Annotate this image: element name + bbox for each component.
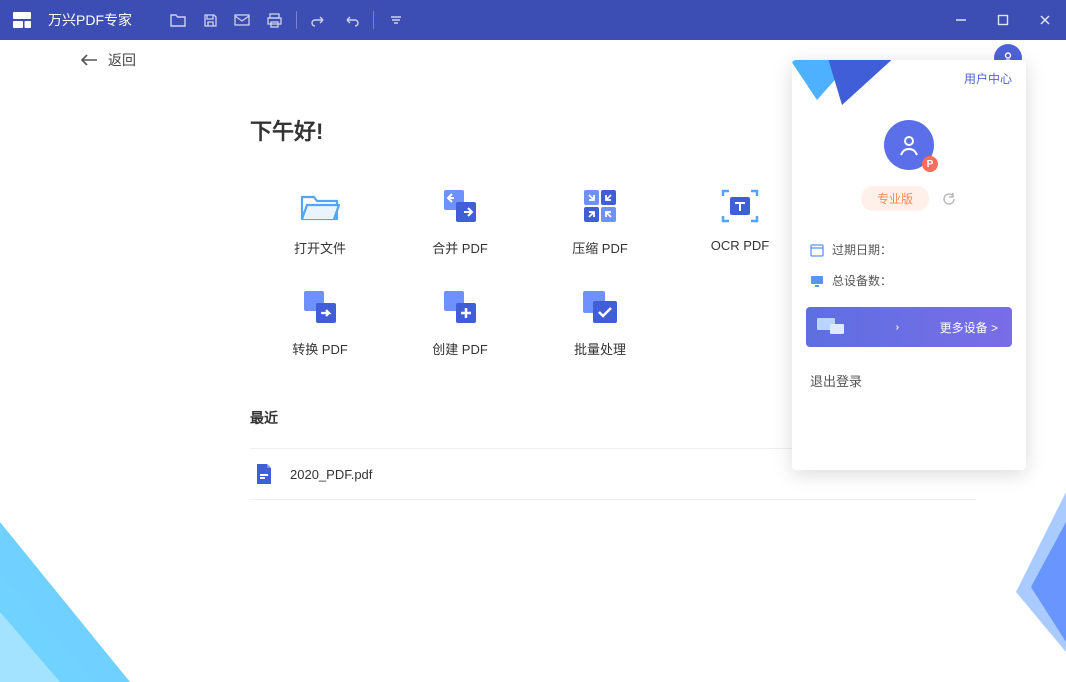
save-icon[interactable] bbox=[194, 0, 226, 40]
pdf-file-icon bbox=[254, 463, 276, 485]
action-label: 创建 PDF bbox=[432, 339, 488, 358]
app-logo-icon bbox=[8, 6, 36, 34]
more-devices-label: 更多设备 > bbox=[940, 319, 998, 336]
window-controls bbox=[940, 0, 1066, 40]
more-devices-button[interactable]: ››› 更多设备 > bbox=[806, 307, 1012, 347]
tier-row: 专业版 bbox=[806, 186, 1012, 211]
convert-icon bbox=[297, 287, 343, 327]
arrow-left-icon bbox=[80, 53, 98, 67]
action-open-file[interactable]: 打开文件 bbox=[250, 186, 390, 257]
redo-icon[interactable] bbox=[335, 0, 367, 40]
action-label: 批量处理 bbox=[574, 339, 626, 358]
maximize-button[interactable] bbox=[982, 0, 1024, 40]
monitor-icon bbox=[810, 274, 824, 288]
devices-label: 总设备数： bbox=[832, 272, 892, 289]
action-convert-pdf[interactable]: 转换 PDF bbox=[250, 287, 390, 358]
expire-label: 过期日期： bbox=[832, 241, 892, 258]
recent-filename: 2020_PDF.pdf bbox=[290, 467, 372, 482]
expire-row: 过期日期： bbox=[806, 241, 1012, 258]
corner-decoration-bl bbox=[0, 482, 180, 682]
compress-icon bbox=[577, 186, 623, 226]
menu-more-icon[interactable] bbox=[380, 0, 412, 40]
user-icon bbox=[896, 132, 922, 158]
toolbar-divider bbox=[296, 11, 297, 29]
tier-badge: 专业版 bbox=[861, 186, 929, 211]
mail-icon[interactable] bbox=[226, 0, 258, 40]
ocr-icon bbox=[717, 186, 763, 226]
minimize-button[interactable] bbox=[940, 0, 982, 40]
title-bar: 万兴PDF专家 bbox=[0, 0, 1066, 40]
corner-decoration-br bbox=[1006, 492, 1066, 652]
folder-open-icon bbox=[297, 186, 343, 226]
logout-button[interactable]: 退出登录 bbox=[806, 371, 1012, 390]
refresh-icon[interactable] bbox=[941, 191, 957, 207]
user-center-link[interactable]: 用户中心 bbox=[964, 70, 1012, 87]
action-label: 打开文件 bbox=[294, 238, 346, 257]
action-compress-pdf[interactable]: 压缩 PDF bbox=[530, 186, 670, 257]
batch-icon bbox=[577, 287, 623, 327]
action-batch-process[interactable]: 批量处理 bbox=[530, 287, 670, 358]
merge-icon bbox=[437, 186, 483, 226]
print-icon[interactable] bbox=[258, 0, 290, 40]
avatar-wrap: P bbox=[806, 120, 1012, 170]
action-label: 压缩 PDF bbox=[572, 238, 628, 257]
undo-icon[interactable] bbox=[303, 0, 335, 40]
calendar-icon bbox=[810, 243, 824, 257]
user-panel: 用户中心 P 专业版 过期日期： 总设备数： ››› 更多设备 > 退出登录 bbox=[792, 60, 1026, 470]
back-button[interactable]: 返回 bbox=[80, 50, 136, 70]
back-label: 返回 bbox=[108, 50, 136, 70]
panel-corner-decoration bbox=[792, 60, 907, 115]
action-label: 合并 PDF bbox=[432, 238, 488, 257]
toolbar-divider bbox=[373, 11, 374, 29]
close-button[interactable] bbox=[1024, 0, 1066, 40]
action-ocr-pdf[interactable]: OCR PDF bbox=[670, 186, 810, 257]
pro-badge: P bbox=[922, 156, 938, 172]
action-merge-pdf[interactable]: 合并 PDF bbox=[390, 186, 530, 257]
chevrons-icon: ››› bbox=[895, 322, 896, 333]
devices-row: 总设备数： bbox=[806, 272, 1012, 289]
action-label: 转换 PDF bbox=[292, 339, 348, 358]
create-icon bbox=[437, 287, 483, 327]
avatar[interactable]: P bbox=[884, 120, 934, 170]
action-create-pdf[interactable]: 创建 PDF bbox=[390, 287, 530, 358]
devices-icon bbox=[812, 312, 852, 342]
toolbar bbox=[162, 0, 412, 40]
open-icon[interactable] bbox=[162, 0, 194, 40]
app-title: 万兴PDF专家 bbox=[48, 10, 132, 30]
action-label: OCR PDF bbox=[711, 238, 770, 253]
